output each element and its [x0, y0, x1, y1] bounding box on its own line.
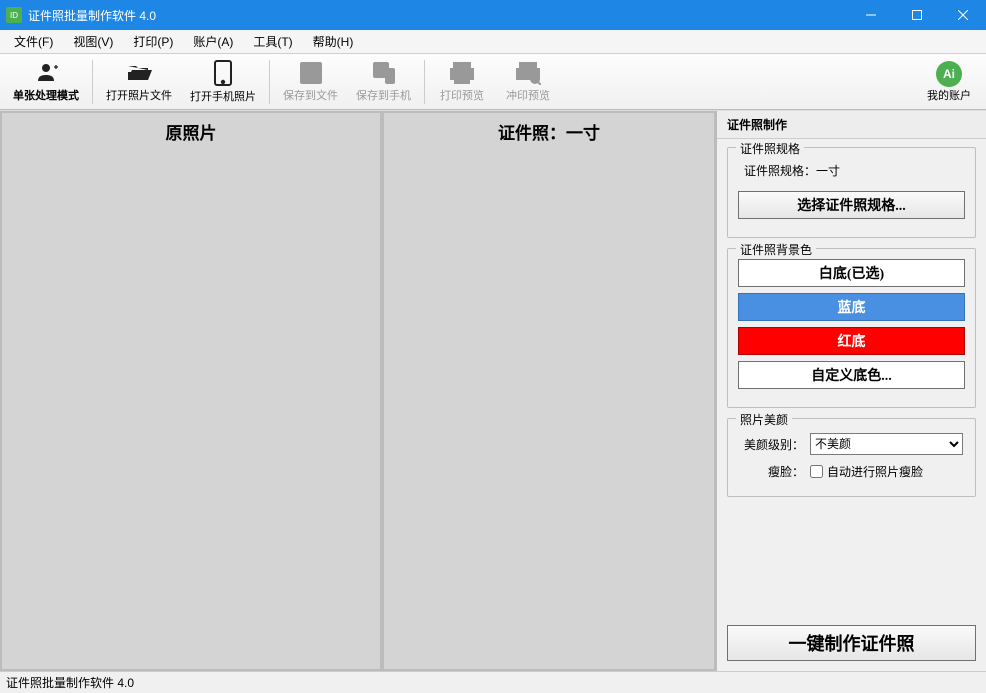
beauty-level-label: 美颜级别： [740, 436, 810, 453]
minimize-button[interactable] [848, 0, 894, 30]
printer-icon [449, 61, 475, 85]
spec-current: 证件照规格：一寸 [738, 158, 965, 191]
spec-group: 证件照规格 证件照规格：一寸 选择证件照规格... [727, 147, 976, 238]
open-photo-label: 打开照片文件 [106, 87, 172, 103]
menu-file[interactable]: 文件(F) [4, 30, 63, 53]
menu-help[interactable]: 帮助(H) [303, 30, 364, 53]
background-group-title: 证件照背景色 [736, 241, 816, 258]
make-photo-button[interactable]: 一键制作证件照 [727, 625, 976, 661]
app-icon: ID [6, 7, 22, 23]
save-file-button[interactable]: 保存到文件 [274, 56, 347, 108]
side-panel: 证件照制作 证件照规格 证件照规格：一寸 选择证件照规格... 证件照背景色 白… [716, 111, 986, 671]
bg-red-button[interactable]: 红底 [738, 327, 965, 355]
toolbar-separator [424, 60, 425, 104]
titlebar: ID 证件照批量制作软件 4.0 [0, 0, 986, 30]
print-preview-label: 打印预览 [440, 87, 484, 103]
develop-preview-label: 冲印预览 [506, 87, 550, 103]
menu-tools[interactable]: 工具(T) [243, 30, 302, 53]
window-title: 证件照批量制作软件 4.0 [28, 7, 156, 24]
menu-view[interactable]: 视图(V) [63, 30, 123, 53]
main-area: 原照片 证件照：一寸 证件照制作 证件照规格 证件照规格：一寸 选择证件照规格.… [0, 110, 986, 671]
toolbar-separator [269, 60, 270, 104]
slim-checkbox[interactable] [810, 465, 823, 478]
develop-icon [515, 61, 541, 85]
choose-spec-button[interactable]: 选择证件照规格... [738, 191, 965, 219]
single-mode-label: 单张处理模式 [13, 87, 79, 103]
bg-blue-button[interactable]: 蓝底 [738, 293, 965, 321]
toolbar: 单张处理模式 打开照片文件 打开手机照片 保存到文件 保存到手机 打印预览 [0, 54, 986, 110]
slim-checkbox-label: 自动进行照片瘦脸 [827, 463, 923, 480]
id-photo-panel: 证件照：一寸 [382, 111, 716, 671]
original-photo-title: 原照片 [2, 113, 380, 150]
print-preview-button[interactable]: 打印预览 [429, 56, 495, 108]
background-group: 证件照背景色 白底(已选) 蓝底 红底 自定义底色... [727, 248, 976, 408]
statusbar: 证件照批量制作软件 4.0 [0, 671, 986, 693]
bg-white-button[interactable]: 白底(已选) [738, 259, 965, 287]
open-photo-button[interactable]: 打开照片文件 [97, 56, 181, 108]
toolbar-separator [92, 60, 93, 104]
open-phone-label: 打开手机照片 [190, 88, 256, 104]
menubar: 文件(F) 视图(V) 打印(P) 账户(A) 工具(T) 帮助(H) [0, 30, 986, 54]
open-phone-button[interactable]: 打开手机照片 [181, 56, 265, 108]
beauty-group-title: 照片美颜 [736, 411, 792, 428]
slim-label: 瘦脸： [740, 463, 810, 480]
statusbar-text: 证件照批量制作软件 4.0 [6, 674, 134, 691]
original-photo-panel: 原照片 [0, 111, 382, 671]
develop-preview-button[interactable]: 冲印预览 [495, 56, 561, 108]
my-account-button[interactable]: Ai 我的账户 [916, 56, 982, 108]
save-phone-button[interactable]: 保存到手机 [347, 56, 420, 108]
menu-account[interactable]: 账户(A) [183, 30, 243, 53]
id-photo-title: 证件照：一寸 [384, 113, 714, 150]
beauty-group: 照片美颜 美颜级别： 不美颜 瘦脸： 自动进行照片瘦脸 [727, 418, 976, 497]
bg-custom-button[interactable]: 自定义底色... [738, 361, 965, 389]
menu-print[interactable]: 打印(P) [123, 30, 183, 53]
save-icon [298, 61, 324, 85]
phone-icon [210, 60, 236, 86]
folder-open-icon [126, 61, 152, 85]
save-file-label: 保存到文件 [283, 87, 338, 103]
person-icon [33, 61, 59, 85]
close-button[interactable] [940, 0, 986, 30]
spec-group-title: 证件照规格 [736, 140, 804, 157]
side-panel-title: 证件照制作 [717, 111, 986, 139]
save-phone-label: 保存到手机 [356, 87, 411, 103]
single-mode-button[interactable]: 单张处理模式 [4, 56, 88, 108]
beauty-level-select[interactable]: 不美颜 [810, 433, 963, 455]
save-phone-icon [371, 61, 397, 85]
maximize-button[interactable] [894, 0, 940, 30]
ai-icon: Ai [936, 61, 962, 87]
my-account-label: 我的账户 [927, 87, 971, 103]
